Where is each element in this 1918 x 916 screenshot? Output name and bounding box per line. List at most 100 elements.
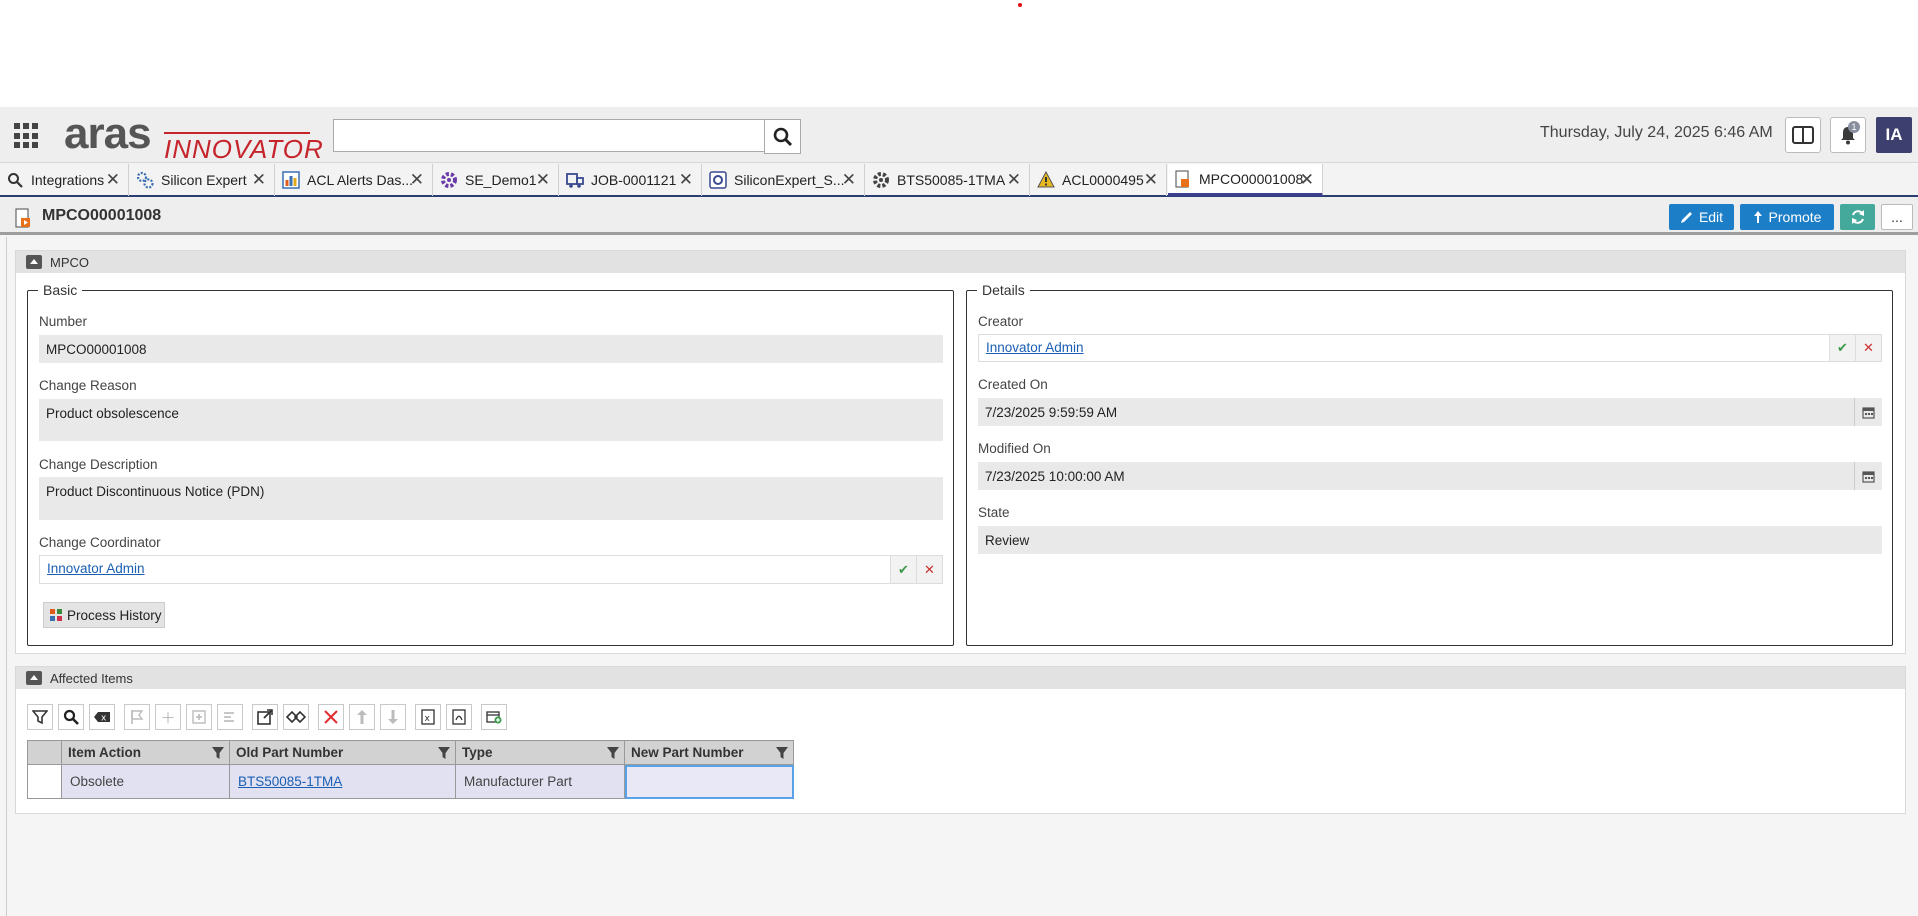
collapse-icon[interactable]: [26, 255, 42, 269]
tab-se-demo1[interactable]: SE_Demo1 ✕: [434, 164, 559, 196]
pick-replace-icon[interactable]: [217, 704, 243, 730]
edit-button[interactable]: Edit: [1669, 204, 1734, 230]
arrow-up-icon: [1753, 211, 1762, 223]
affected-items-header[interactable]: Affected Items: [16, 667, 1905, 689]
close-icon[interactable]: ✕: [1144, 170, 1158, 190]
split-view-button[interactable]: [1785, 117, 1821, 153]
created-on-value: 7/23/2025 9:59:59 AM: [985, 405, 1118, 420]
notifications-button[interactable]: 1: [1830, 117, 1866, 153]
tab-job[interactable]: JOB-0001121 ✕: [560, 164, 702, 196]
close-icon[interactable]: ✕: [679, 170, 693, 190]
creator-field[interactable]: Innovator Admin ✔ ✕: [978, 334, 1882, 362]
export-pdf-icon[interactable]: [446, 704, 472, 730]
gear-purple-icon: [440, 171, 458, 189]
close-icon[interactable]: ✕: [106, 170, 120, 190]
tab-siliconexpert-s[interactable]: SiliconExpert_S... ✕: [703, 164, 865, 196]
tab-silicon-expert[interactable]: Silicon Expert ✕: [130, 164, 275, 196]
add-icon[interactable]: ＋: [155, 704, 181, 730]
search-button[interactable]: [764, 119, 801, 154]
change-description-field[interactable]: Product Discontinuous Notice (PDN): [39, 477, 943, 520]
filter-icon[interactable]: [775, 746, 789, 760]
column-header-type[interactable]: Type: [455, 740, 625, 765]
mpco-section-header[interactable]: MPCO: [16, 251, 1905, 273]
close-icon[interactable]: ✕: [842, 170, 856, 190]
move-up-icon[interactable]: [349, 704, 375, 730]
filter-icon[interactable]: [27, 704, 53, 730]
tab-acl-alerts[interactable]: ACL Alerts Das... ✕: [276, 164, 433, 196]
created-on-field[interactable]: 7/23/2025 9:59:59 AM: [978, 398, 1882, 426]
state-field: Review: [978, 526, 1882, 554]
tab-label: SE_Demo1: [465, 172, 537, 188]
split-view-icon: [1792, 126, 1814, 144]
filter-icon[interactable]: [606, 746, 620, 760]
old-part-number-link[interactable]: BTS50085-1TMA: [238, 774, 342, 789]
close-icon[interactable]: ✕: [410, 170, 424, 190]
calendar-icon[interactable]: [1854, 398, 1882, 426]
app-header: aras INNOVATOR Thursday, July 24, 2025 6…: [0, 107, 1918, 164]
creator-link[interactable]: Innovator Admin: [986, 340, 1084, 355]
collapse-icon[interactable]: [26, 671, 42, 685]
move-down-icon[interactable]: [380, 704, 406, 730]
tab-bts50085[interactable]: BTS50085-1TMA ✕: [866, 164, 1030, 196]
cell-type[interactable]: Manufacturer Part: [455, 764, 625, 799]
row-selector[interactable]: [27, 764, 62, 799]
add-item-icon[interactable]: [481, 704, 507, 730]
open-icon[interactable]: [252, 704, 278, 730]
modified-on-label: Modified On: [978, 441, 1051, 456]
top-blank-area: [0, 0, 1918, 107]
change-coordinator-field[interactable]: Innovator Admin ✔ ✕: [39, 555, 943, 584]
column-header-old-part-number[interactable]: Old Part Number: [229, 740, 456, 765]
section-title: Affected Items: [50, 670, 133, 686]
chart-icon: [282, 171, 300, 189]
close-icon[interactable]: ✕: [1007, 170, 1021, 190]
filter-icon[interactable]: [437, 746, 451, 760]
table-row[interactable]: Obsolete BTS50085-1TMA Manufacturer Part: [27, 764, 794, 799]
number-field[interactable]: MPCO00001008: [39, 335, 943, 363]
clear-icon[interactable]: ✕: [1855, 335, 1881, 361]
gears-icon: [136, 171, 154, 189]
more-actions-button[interactable]: ...: [1881, 204, 1913, 230]
close-icon[interactable]: ✕: [1300, 170, 1314, 190]
modified-on-field[interactable]: 7/23/2025 10:00:00 AM: [978, 462, 1882, 490]
tab-label: Integrations: [31, 172, 105, 188]
cell-old-part-number[interactable]: BTS50085-1TMA: [229, 764, 456, 799]
search-icon[interactable]: [58, 704, 84, 730]
export-excel-icon[interactable]: x: [415, 704, 441, 730]
global-search-input[interactable]: [333, 119, 765, 152]
check-icon[interactable]: ✔: [890, 556, 916, 583]
fieldset-legend: Details: [977, 282, 1030, 298]
flag-icon[interactable]: [124, 704, 150, 730]
refresh-button[interactable]: [1840, 204, 1875, 230]
tab-mpco00001008[interactable]: MPCO00001008 ✕: [1168, 164, 1323, 196]
column-header-new-part-number[interactable]: New Part Number: [624, 740, 794, 765]
cell-item-action[interactable]: Obsolete: [61, 764, 230, 799]
delete-icon[interactable]: [318, 704, 344, 730]
promote-button[interactable]: Promote: [1740, 204, 1834, 230]
user-avatar[interactable]: IA: [1876, 117, 1912, 153]
promote-label: Promote: [1768, 209, 1822, 225]
apps-grid-icon[interactable]: [14, 123, 42, 149]
close-icon[interactable]: ✕: [536, 170, 550, 190]
change-reason-field[interactable]: Product obsolescence: [39, 399, 943, 441]
add-related-icon[interactable]: [186, 704, 212, 730]
tab-label: BTS50085-1TMA: [897, 172, 1006, 188]
tab-integrations[interactable]: Integrations ✕: [0, 164, 129, 196]
creator-label: Creator: [978, 314, 1024, 329]
unlink-icon[interactable]: [283, 704, 309, 730]
calendar-icon[interactable]: [1854, 462, 1882, 490]
filter-icon[interactable]: [211, 746, 225, 760]
process-history-button[interactable]: Process History: [43, 602, 165, 628]
truck-icon: [566, 171, 584, 189]
check-icon[interactable]: ✔: [1829, 335, 1855, 361]
cell-new-part-number[interactable]: [624, 764, 794, 799]
tab-acl0000495[interactable]: ACL0000495 ✕: [1031, 164, 1167, 196]
change-coordinator-link[interactable]: Innovator Admin: [47, 561, 145, 576]
aras-logo[interactable]: aras INNOVATOR: [64, 109, 323, 164]
warning-icon: [1037, 171, 1055, 189]
close-icon[interactable]: ✕: [252, 170, 266, 190]
clear-search-icon[interactable]: x: [89, 704, 115, 730]
clear-icon[interactable]: ✕: [916, 556, 942, 583]
pencil-icon: [1680, 212, 1692, 223]
refresh-icon: [1851, 210, 1864, 224]
column-header-item-action[interactable]: Item Action: [61, 740, 230, 765]
